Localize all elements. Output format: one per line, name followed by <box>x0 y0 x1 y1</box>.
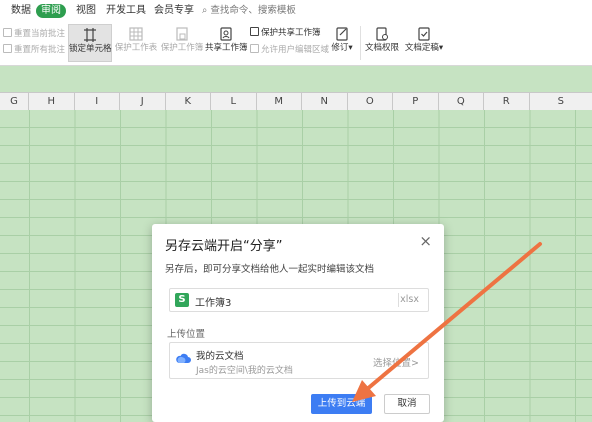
column-header[interactable]: H <box>29 93 75 110</box>
chevron-down-icon: ▾ <box>348 43 353 53</box>
reset-current-comment-button[interactable]: 重置当前批注 <box>3 28 65 40</box>
reset-all-comments-button[interactable]: 重置所有批注 <box>3 44 65 56</box>
ribbon-toolbar: 重置当前批注 重置所有批注 锁定单元格 保护工作表 保护工作簿 共享工作簿 保护… <box>0 22 592 66</box>
finalize-document-button[interactable]: 文档定稿▾ <box>404 24 444 62</box>
dialog-description: 另存后，即可分享文档给他人一起实时编辑该文档 <box>165 264 375 275</box>
column-header[interactable]: L <box>211 93 257 110</box>
cancel-button[interactable]: 取消 <box>384 394 430 414</box>
protect-shared-icon <box>250 27 259 36</box>
protect-sheet-icon <box>129 27 143 41</box>
column-header[interactable]: P <box>393 93 439 110</box>
column-headers: G H I J K L M N O P Q R S <box>0 92 592 111</box>
tab-developer[interactable]: 开发工具 <box>106 4 146 18</box>
protect-shared-workbook-button[interactable]: 保护共享工作簿 <box>250 27 321 39</box>
track-changes-button[interactable]: 修订▾ <box>330 24 354 62</box>
protect-workbook-icon <box>176 27 188 41</box>
column-header[interactable]: Q <box>439 93 484 110</box>
upload-location-label: 上传位置 <box>167 329 206 340</box>
column-header[interactable]: I <box>75 93 120 110</box>
ribbon-tabs: 数据 审阅 视图 开发工具 会员专享 ⌕ 查找命令、搜索模板 <box>0 0 592 22</box>
protect-sheet-button[interactable]: 保护工作表 <box>114 24 158 62</box>
share-workbook-icon <box>220 27 232 41</box>
track-changes-icon <box>336 27 348 41</box>
save-to-cloud-dialog: 另存云端开启“分享” × 另存后，即可分享文档给他人一起实时编辑该文档 S 工作… <box>152 224 444 422</box>
document-rights-icon <box>376 27 388 41</box>
reset-icon <box>3 28 12 37</box>
location-path: Jas的云空间\我的云文档 <box>196 366 293 376</box>
search-icon: ⌕ <box>202 5 208 16</box>
divider <box>360 26 361 60</box>
upload-location-box: 我的云文档 Jas的云空间\我的云文档 选择位置> <box>169 342 429 379</box>
tab-review[interactable]: 审阅 <box>36 4 66 18</box>
finalize-document-icon <box>418 27 430 41</box>
reset-all-icon <box>3 44 12 53</box>
allow-edit-ranges-button[interactable]: 允许用户编辑区域 <box>250 44 329 56</box>
cloud-icon <box>176 353 191 363</box>
column-header[interactable]: J <box>120 93 166 110</box>
dialog-title: 另存云端开启“分享” <box>165 239 283 254</box>
lock-cell-button[interactable]: 锁定单元格 <box>68 24 112 62</box>
column-header[interactable]: K <box>166 93 211 110</box>
upload-to-cloud-button[interactable]: 上传到云端 <box>311 394 372 414</box>
column-header[interactable]: M <box>257 93 302 110</box>
document-rights-button[interactable]: 文档权限 <box>364 24 400 62</box>
column-header[interactable]: S <box>530 93 592 110</box>
tab-data[interactable]: 数据 <box>11 4 31 18</box>
formula-bar-area <box>0 66 592 92</box>
lock-cell-icon <box>84 28 96 42</box>
change-location-link[interactable]: 选择位置> <box>373 355 419 369</box>
column-header[interactable]: N <box>302 93 348 110</box>
protect-workbook-button[interactable]: 保护工作簿 <box>160 24 204 62</box>
close-icon[interactable]: × <box>419 234 432 249</box>
chevron-down-icon: ▾ <box>438 43 444 53</box>
tab-view[interactable]: 视图 <box>76 4 96 18</box>
share-workbook-button[interactable]: 共享工作簿 <box>205 24 248 62</box>
search-box[interactable]: ⌕ 查找命令、搜索模板 <box>202 4 296 18</box>
tab-member[interactable]: 会员专享 <box>154 4 194 18</box>
column-header[interactable]: O <box>348 93 393 110</box>
column-header[interactable]: R <box>484 93 530 110</box>
location-name: 我的云文档 <box>196 351 244 362</box>
file-extension: xlsx <box>400 294 419 305</box>
divider <box>398 293 399 307</box>
file-name-field[interactable]: S 工作簿3 xlsx <box>169 288 429 312</box>
allow-edit-icon <box>250 44 259 53</box>
search-placeholder: 查找命令、搜索模板 <box>210 5 296 16</box>
file-name-value: 工作簿3 <box>195 298 232 309</box>
column-header[interactable]: G <box>0 93 29 110</box>
spreadsheet-icon: S <box>175 293 189 307</box>
